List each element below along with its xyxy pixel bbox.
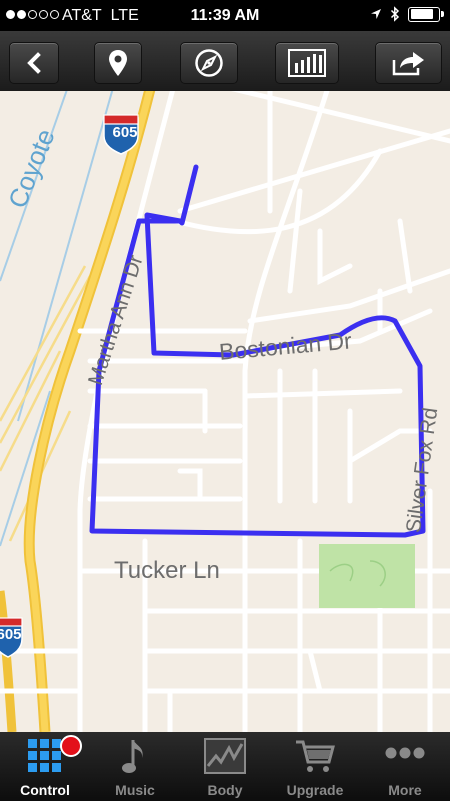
label-tucker-ln: Tucker Ln <box>114 557 220 584</box>
stats-button[interactable] <box>275 42 339 84</box>
back-chevron-icon <box>27 52 41 74</box>
location-button[interactable] <box>94 42 142 84</box>
share-icon <box>392 52 424 76</box>
location-arrow-icon <box>371 9 381 19</box>
park <box>319 544 415 608</box>
compass-icon <box>195 49 223 77</box>
tab-control[interactable]: Control <box>0 732 90 801</box>
share-button[interactable] <box>375 42 442 84</box>
tab-body[interactable]: Body <box>180 732 270 801</box>
tab-bar: Control Music Body Upgrade More <box>0 732 450 801</box>
shopping-cart-icon <box>296 740 335 772</box>
bar-chart-icon <box>288 49 326 77</box>
map-pin-icon <box>109 50 127 76</box>
tab-more-label: More <box>388 782 422 798</box>
label-605-bottom: 605 <box>0 626 22 643</box>
activity-graph-icon <box>204 738 246 774</box>
toolbar <box>0 31 450 91</box>
tab-upgrade[interactable]: Upgrade <box>270 732 360 801</box>
status-bar: AT&T LTE 11:39 AM <box>0 0 450 31</box>
battery-icon <box>408 6 444 22</box>
compass-button[interactable] <box>180 42 238 84</box>
freeway-605-inner <box>25 91 154 732</box>
back-button[interactable] <box>9 42 59 84</box>
label-605-top: 605 <box>112 124 138 141</box>
tab-music[interactable]: Music <box>90 732 180 801</box>
map-canvas <box>0 91 450 732</box>
route-map[interactable]: Coyote 605 605 Martha Ann Dr Bostonian D… <box>0 91 450 732</box>
tab-control-label: Control <box>20 782 70 798</box>
bluetooth-icon <box>390 6 400 22</box>
tab-music-label: Music <box>115 782 155 798</box>
recording-indicator <box>60 735 82 757</box>
tab-upgrade-label: Upgrade <box>286 782 344 798</box>
more-dots-icon <box>385 747 425 759</box>
music-note-icon <box>122 740 143 773</box>
grid-icon <box>28 739 61 772</box>
local-streets <box>0 91 450 732</box>
tab-body-label: Body <box>207 782 243 798</box>
freeway-605-south <box>0 590 17 732</box>
tab-more[interactable]: More <box>360 732 450 801</box>
